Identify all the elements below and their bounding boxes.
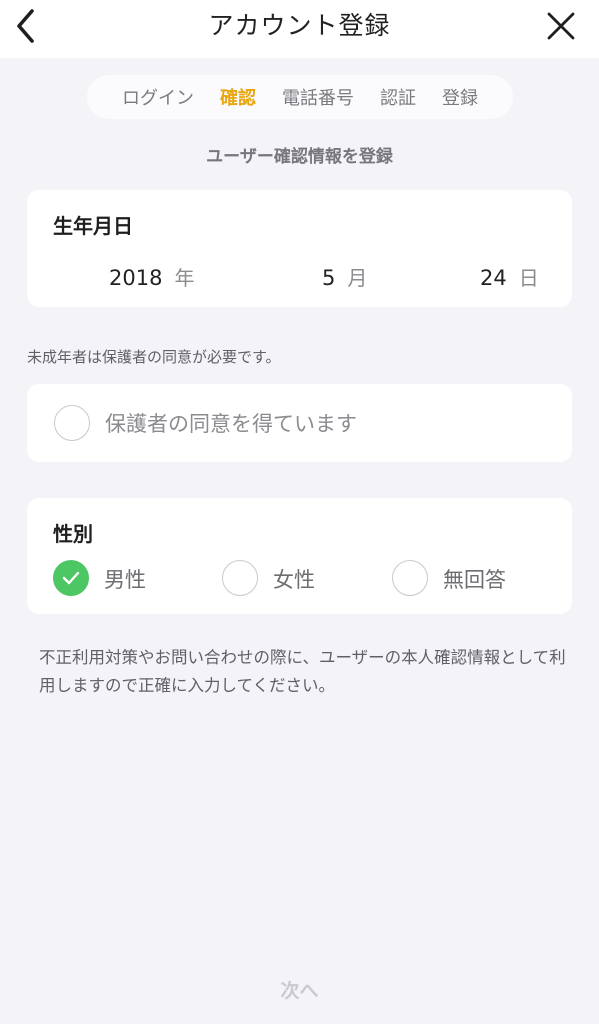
birth-year-value: 2018	[109, 266, 163, 290]
birth-year-unit: 年	[174, 266, 195, 290]
birthdate-label: 生年月日	[53, 214, 133, 238]
gender-female-radio[interactable]	[222, 560, 258, 596]
gender-option-female[interactable]: 女性	[222, 558, 362, 598]
birth-year-field[interactable]: 2018 年	[109, 262, 194, 291]
next-button[interactable]: 次へ	[0, 976, 599, 1003]
step-phone[interactable]: 電話番号	[282, 84, 354, 110]
gender-male-radio[interactable]	[53, 560, 89, 596]
gender-female-label: 女性	[273, 568, 315, 592]
header-bar: アカウント登録	[0, 0, 599, 58]
gender-no-answer-label: 無回答	[443, 568, 506, 592]
guardian-consent-card[interactable]: 保護者の同意を得ています	[27, 384, 572, 462]
birth-day-unit: 日	[518, 266, 539, 290]
birth-month-value: 5	[322, 266, 336, 290]
page-title: アカウント登録	[208, 11, 391, 40]
birth-day-value: 24	[480, 266, 507, 290]
birth-month-field[interactable]: 5月	[322, 262, 367, 291]
step-verify[interactable]: 認証	[380, 84, 416, 110]
birth-month-unit: 月	[347, 266, 368, 290]
guardian-consent-radio[interactable]	[54, 405, 90, 441]
gender-card: 性別 男性 女性 無回答	[27, 498, 572, 614]
gender-option-no-answer[interactable]: 無回答	[392, 558, 552, 598]
step-confirm[interactable]: 確認	[220, 84, 256, 110]
close-button[interactable]	[541, 6, 581, 46]
guardian-consent-label: 保護者の同意を得ています	[105, 412, 357, 436]
step-login[interactable]: ログイン	[122, 84, 194, 110]
step-indicator: ログイン 確認 電話番号 認証 登録	[87, 75, 513, 119]
close-icon	[547, 12, 575, 40]
step-register[interactable]: 登録	[442, 84, 478, 110]
gender-male-label: 男性	[104, 568, 146, 592]
gender-no-answer-radio[interactable]	[392, 560, 428, 596]
birthdate-card[interactable]: 生年月日 2018 年 5月 24 日	[27, 190, 572, 307]
gender-option-male[interactable]: 男性	[53, 558, 193, 598]
section-subtitle: ユーザー確認情報を登録	[206, 147, 393, 167]
check-icon	[62, 571, 80, 585]
gender-label: 性別	[53, 522, 93, 546]
minor-consent-note: 未成年者は保護者の同意が必要です。	[27, 348, 281, 366]
birth-day-field[interactable]: 24 日	[480, 262, 539, 291]
identity-info-note: 不正利用対策やお問い合わせの際に、ユーザーの本人確認情報として利用しますので正確…	[39, 648, 566, 695]
